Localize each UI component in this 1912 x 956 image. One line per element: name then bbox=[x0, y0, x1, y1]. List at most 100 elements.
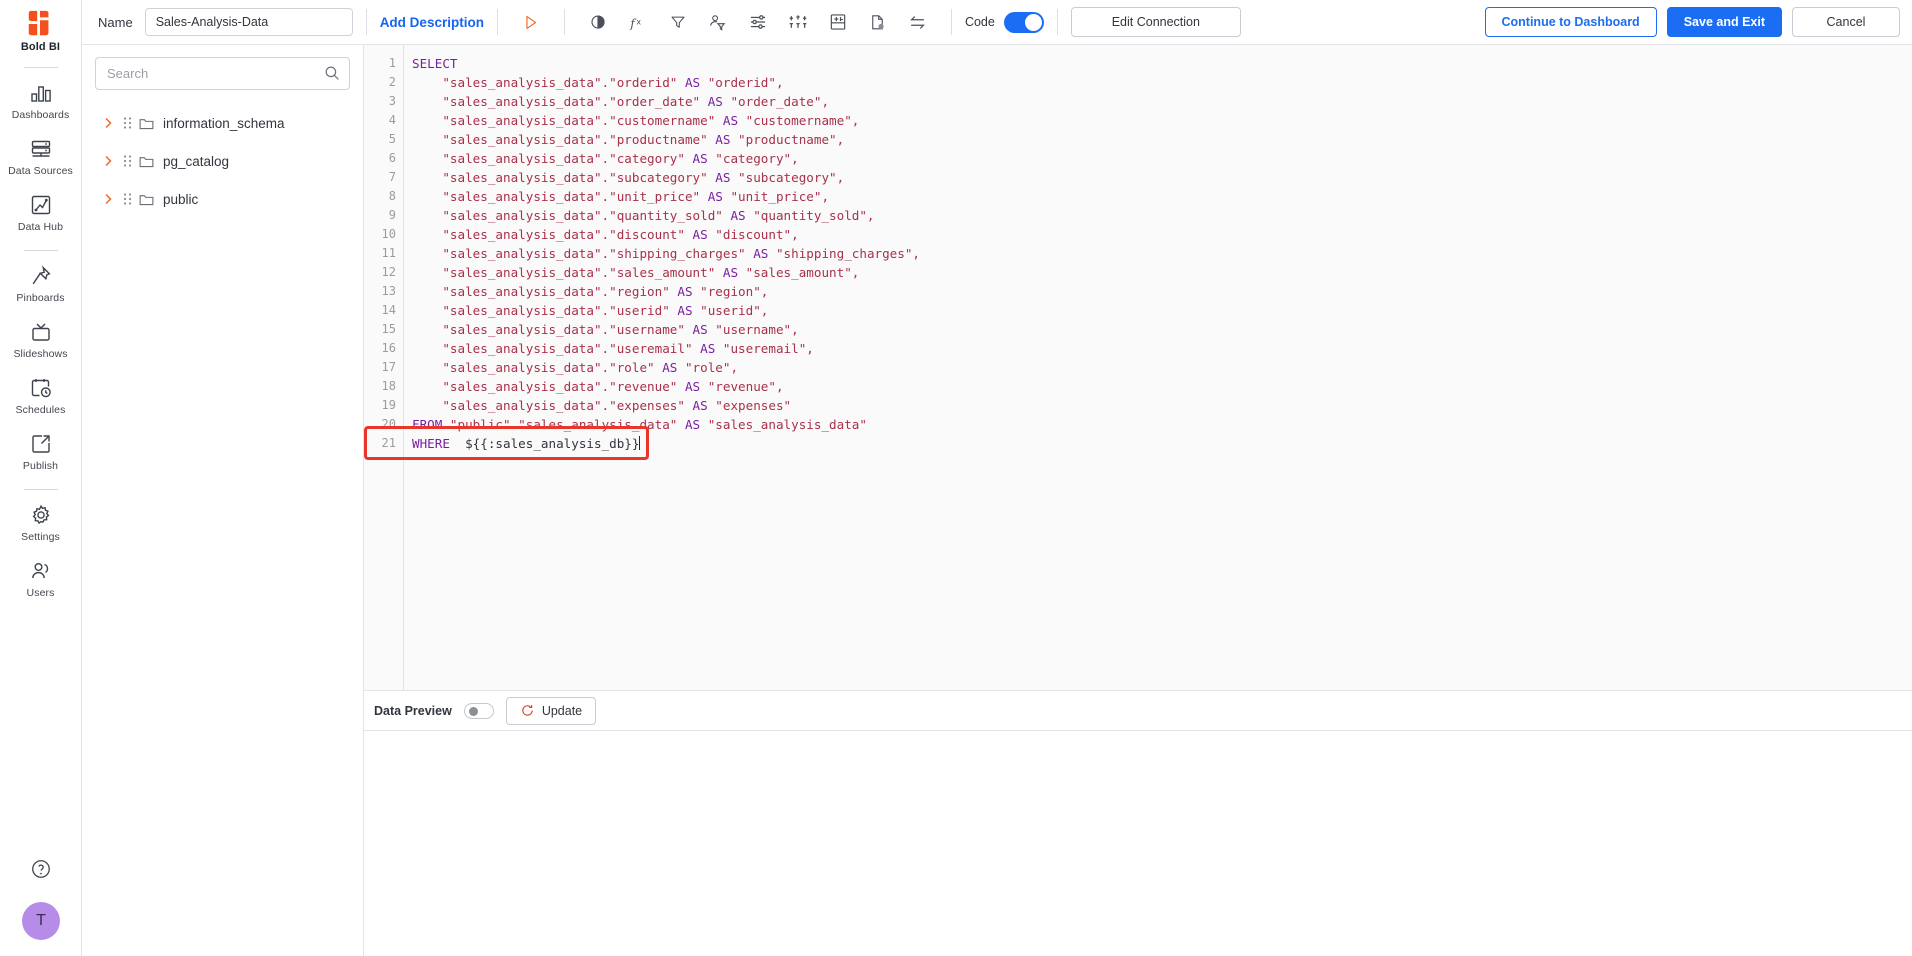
sidebar-item-data-sources[interactable]: Data Sources bbox=[0, 128, 82, 184]
code-token: AS bbox=[753, 246, 776, 261]
code-token: AS bbox=[708, 94, 731, 109]
settings-sliders-button[interactable] bbox=[738, 5, 778, 39]
sql-code-editor[interactable]: 123456789101112131415161718192021 SELECT… bbox=[364, 45, 1912, 691]
user-filter-button[interactable] bbox=[698, 5, 738, 39]
table-settings-button[interactable] bbox=[818, 5, 858, 39]
tree-node-pg_catalog[interactable]: pg_catalog bbox=[95, 142, 350, 180]
transform-swap-button[interactable] bbox=[898, 5, 938, 39]
add-description-link[interactable]: Add Description bbox=[380, 15, 484, 30]
tree-node-information_schema[interactable]: information_schema bbox=[95, 104, 350, 142]
code-token: AS bbox=[700, 341, 723, 356]
code-line[interactable]: WHERE ${{:sales_analysis_db}} bbox=[412, 434, 1912, 453]
switch-knob bbox=[1025, 14, 1042, 31]
code-token: SELECT bbox=[412, 56, 458, 71]
chevron-right-icon[interactable] bbox=[100, 153, 116, 169]
publish-export-icon bbox=[29, 432, 53, 456]
drag-handle-icon[interactable] bbox=[122, 115, 133, 131]
code-token: AS bbox=[708, 189, 731, 204]
brand-logo-block[interactable]: Bold BI bbox=[21, 8, 60, 57]
cancel-button[interactable]: Cancel bbox=[1792, 7, 1900, 37]
code-line[interactable]: "sales_analysis_data"."username" AS "use… bbox=[412, 320, 1912, 339]
drag-handle-icon[interactable] bbox=[122, 191, 133, 207]
rail-bottom-group: T bbox=[0, 858, 82, 940]
sidebar-item-data-hub[interactable]: Data Hub bbox=[0, 184, 82, 240]
code-line[interactable]: SELECT bbox=[412, 54, 1912, 73]
datasource-name-input[interactable] bbox=[145, 8, 353, 36]
code-content[interactable]: SELECT "sales_analysis_data"."orderid" A… bbox=[404, 45, 1912, 690]
code-line[interactable]: "sales_analysis_data"."role" AS "role", bbox=[412, 358, 1912, 377]
code-token: "sales_analysis_data"."username" bbox=[412, 322, 693, 337]
continue-to-dashboard-button[interactable]: Continue to Dashboard bbox=[1485, 7, 1657, 37]
code-token: "userid", bbox=[700, 303, 768, 318]
save-and-exit-button[interactable]: Save and Exit bbox=[1667, 7, 1782, 37]
sidebar-item-slideshows[interactable]: Slideshows bbox=[0, 311, 82, 367]
data-preview-toggle[interactable] bbox=[464, 703, 494, 719]
sidebar-item-publish[interactable]: Publish bbox=[0, 423, 82, 479]
code-line[interactable]: "sales_analysis_data"."sales_amount" AS … bbox=[412, 263, 1912, 282]
code-line[interactable]: "sales_analysis_data"."revenue" AS "reve… bbox=[412, 377, 1912, 396]
run-query-button[interactable] bbox=[511, 5, 551, 39]
expression-fx-icon: f x bbox=[628, 13, 647, 32]
chevron-right-icon[interactable] bbox=[100, 191, 116, 207]
sidebar-item-users[interactable]: Users bbox=[0, 550, 82, 606]
code-token: "sales_analysis_data"."userid" bbox=[412, 303, 677, 318]
avatar[interactable]: T bbox=[22, 902, 60, 940]
pin-icon bbox=[29, 264, 53, 288]
search-input[interactable] bbox=[95, 57, 350, 90]
code-token: "revenue", bbox=[708, 379, 784, 394]
code-line[interactable]: "sales_analysis_data"."orderid" AS "orde… bbox=[412, 73, 1912, 92]
search-icon[interactable] bbox=[323, 64, 341, 82]
chevron-right-icon[interactable] bbox=[100, 115, 116, 131]
top-toolbar: Name Add Description bbox=[82, 0, 1912, 45]
code-line[interactable]: "sales_analysis_data"."unit_price" AS "u… bbox=[412, 187, 1912, 206]
line-number: 19 bbox=[364, 396, 403, 415]
schedule-clock-icon bbox=[29, 376, 53, 400]
toolbar-right-actions: Continue to Dashboard Save and Exit Canc… bbox=[1485, 7, 1901, 37]
code-token: "order_date", bbox=[730, 94, 829, 109]
data-preview-body bbox=[364, 731, 1912, 956]
code-token: "sales_analysis_data"."role" bbox=[412, 360, 662, 375]
table-settings-icon bbox=[828, 12, 848, 32]
line-number: 7 bbox=[364, 168, 403, 187]
code-token: "sales_analysis_data"."sales_amount" bbox=[412, 265, 723, 280]
sidebar-item-label: Pinboards bbox=[16, 292, 64, 304]
code-line[interactable]: "sales_analysis_data"."userid" AS "useri… bbox=[412, 301, 1912, 320]
tree-node-label: information_schema bbox=[163, 116, 285, 131]
help-circle-icon[interactable] bbox=[30, 858, 52, 880]
filter-button[interactable] bbox=[658, 5, 698, 39]
theme-toggle-button[interactable] bbox=[578, 5, 618, 39]
code-line[interactable]: "sales_analysis_data"."customername" AS … bbox=[412, 111, 1912, 130]
code-line[interactable]: "sales_analysis_data"."useremail" AS "us… bbox=[412, 339, 1912, 358]
file-status-button[interactable] bbox=[858, 5, 898, 39]
code-line[interactable]: "sales_analysis_data"."discount" AS "dis… bbox=[412, 225, 1912, 244]
update-button[interactable]: Update bbox=[506, 697, 596, 725]
expression-button[interactable]: f x bbox=[618, 5, 658, 39]
sidebar-item-settings[interactable]: Settings bbox=[0, 494, 82, 550]
code-token: AS bbox=[693, 227, 716, 242]
main-area: Name Add Description bbox=[82, 0, 1912, 956]
query-editor-column: 123456789101112131415161718192021 SELECT… bbox=[364, 45, 1912, 956]
drag-handle-icon[interactable] bbox=[122, 153, 133, 169]
code-token: "sales_analysis_data"."customername" bbox=[412, 113, 723, 128]
code-line[interactable]: "sales_analysis_data"."shipping_charges"… bbox=[412, 244, 1912, 263]
code-line[interactable]: "sales_analysis_data"."region" AS "regio… bbox=[412, 282, 1912, 301]
tree-node-public[interactable]: public bbox=[95, 180, 350, 218]
code-line[interactable]: FROM "public"."sales_analysis_data" AS "… bbox=[412, 415, 1912, 434]
code-line[interactable]: "sales_analysis_data"."order_date" AS "o… bbox=[412, 92, 1912, 111]
code-line[interactable]: "sales_analysis_data"."productname" AS "… bbox=[412, 130, 1912, 149]
line-number: 14 bbox=[364, 301, 403, 320]
slideshow-icon bbox=[29, 320, 53, 344]
code-line[interactable]: "sales_analysis_data"."expenses" AS "exp… bbox=[412, 396, 1912, 415]
code-token: "category", bbox=[715, 151, 798, 166]
sidebar-item-schedules[interactable]: Schedules bbox=[0, 367, 82, 423]
edit-connection-button[interactable]: Edit Connection bbox=[1071, 7, 1241, 37]
code-token: "unit_price", bbox=[730, 189, 829, 204]
code-toggle-switch[interactable] bbox=[1004, 12, 1044, 33]
code-line[interactable]: "sales_analysis_data"."category" AS "cat… bbox=[412, 149, 1912, 168]
code-line[interactable]: "sales_analysis_data"."quantity_sold" AS… bbox=[412, 206, 1912, 225]
code-token: AS bbox=[693, 322, 716, 337]
sidebar-item-dashboards[interactable]: Dashboards bbox=[0, 72, 82, 128]
column-settings-button[interactable] bbox=[778, 5, 818, 39]
code-line[interactable]: "sales_analysis_data"."subcategory" AS "… bbox=[412, 168, 1912, 187]
sidebar-item-pinboards[interactable]: Pinboards bbox=[0, 255, 82, 311]
